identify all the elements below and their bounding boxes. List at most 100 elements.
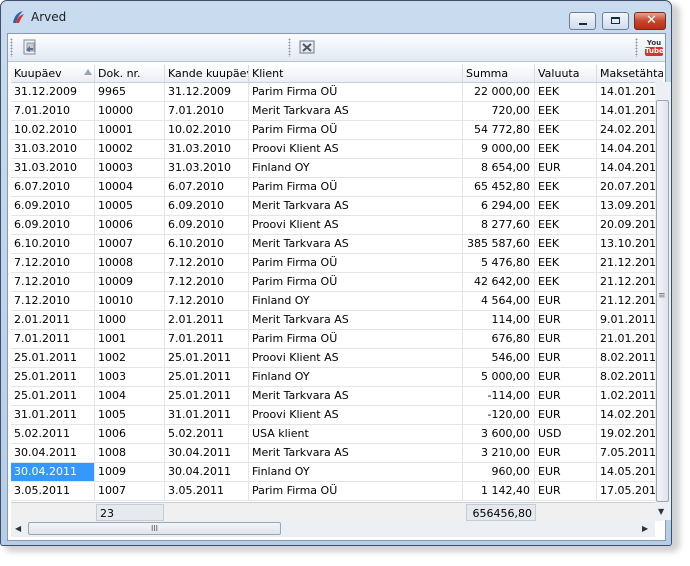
table-cell[interactable]: 2.01.2011 — [165, 311, 249, 329]
table-cell[interactable]: 31.12.2009 — [11, 83, 95, 101]
table-row[interactable]: 25.01.2011 1004 25.01.2011 Merit Tarkvara A… — [11, 387, 663, 406]
table-cell[interactable]: 21.12.2010 — [597, 254, 663, 272]
table-cell[interactable]: 7.01.2010 — [165, 102, 249, 120]
table-cell[interactable]: 10009 — [95, 273, 165, 291]
table-cell[interactable]: 114,00 — [463, 311, 535, 329]
scroll-right-arrow-icon[interactable]: ▶ — [642, 524, 648, 533]
table-cell[interactable]: EUR — [535, 482, 597, 500]
table-cell[interactable]: 25.01.2011 — [165, 387, 249, 405]
table-cell[interactable]: 14.04.2010 — [597, 140, 663, 158]
table-cell[interactable]: Parim Firma OÜ — [249, 482, 463, 500]
table-cell[interactable]: 9.01.2011 — [597, 311, 663, 329]
table-cell[interactable]: EUR — [535, 349, 597, 367]
table-cell[interactable]: 31.01.2011 — [11, 406, 95, 424]
table-row[interactable]: 6.07.2010 10004 6.07.2010 Parim Firma OÜ 65 … — [11, 178, 663, 197]
table-row[interactable]: 30.04.2011 1009 30.04.2011 Finland OY 960,00… — [11, 463, 663, 482]
table-cell[interactable]: 5.02.2011 — [11, 425, 95, 443]
table-cell[interactable]: 6.09.2010 — [11, 216, 95, 234]
table-cell[interactable]: 31.03.2010 — [165, 140, 249, 158]
table-cell[interactable]: 3.05.2011 — [11, 482, 95, 500]
excel-export-icon[interactable] — [298, 38, 316, 56]
scroll-down-arrow-icon[interactable]: ▼ — [658, 507, 664, 516]
table-cell[interactable]: 31.12.2009 — [165, 83, 249, 101]
table-cell[interactable]: 3 600,00 — [463, 425, 535, 443]
table-row[interactable]: 10.02.2010 10001 10.02.2010 Parim Firma OÜ 5… — [11, 121, 663, 140]
column-header[interactable]: Maksetähtaeg — [597, 65, 663, 82]
table-cell[interactable]: 10007 — [95, 235, 165, 253]
table-cell[interactable]: EEK — [535, 254, 597, 272]
column-header[interactable]: Klient — [249, 65, 463, 82]
table-cell[interactable]: 10008 — [95, 254, 165, 272]
table-cell[interactable]: 720,00 — [463, 102, 535, 120]
table-cell[interactable]: 6.09.2010 — [165, 197, 249, 215]
table-cell[interactable]: 1001 — [95, 330, 165, 348]
table-row[interactable]: 7.12.2010 10008 7.12.2010 Parim Firma OÜ 5 4… — [11, 254, 663, 273]
table-cell[interactable]: 14.02.2011 — [597, 406, 663, 424]
column-header[interactable]: Summa — [463, 65, 535, 82]
youtube-icon[interactable]: You Tube — [645, 39, 664, 57]
table-row[interactable]: 7.12.2010 10010 7.12.2010 Finland OY 4 564,0… — [11, 292, 663, 311]
table-cell[interactable]: 1 142,40 — [463, 482, 535, 500]
table-cell[interactable]: 1004 — [95, 387, 165, 405]
table-cell[interactable]: 7.01.2010 — [11, 102, 95, 120]
table-row[interactable]: 31.01.2011 1005 31.01.2011 Proovi Klient AS… — [11, 406, 663, 425]
table-cell[interactable]: EEK — [535, 83, 597, 101]
table-cell[interactable]: 10002 — [95, 140, 165, 158]
table-cell[interactable]: 676,80 — [463, 330, 535, 348]
table-cell[interactable]: 5 476,80 — [463, 254, 535, 272]
table-cell[interactable]: 10010 — [95, 292, 165, 310]
column-header[interactable]: Valuuta — [535, 65, 597, 82]
table-cell[interactable]: 25.01.2011 — [165, 349, 249, 367]
table-cell[interactable]: Proovi Klient AS — [249, 406, 463, 424]
title-bar[interactable]: Arved ✕ — [1, 1, 671, 33]
table-cell[interactable]: 10005 — [95, 197, 165, 215]
column-header[interactable]: Dok. nr. — [95, 65, 165, 82]
table-cell[interactable]: 3 210,00 — [463, 444, 535, 462]
table-cell[interactable]: 5 000,00 — [463, 368, 535, 386]
table-cell[interactable]: 960,00 — [463, 463, 535, 481]
table-cell[interactable]: 21.12.2010 — [597, 273, 663, 291]
table-cell[interactable]: USA klient — [249, 425, 463, 443]
table-cell[interactable]: Merit Tarkvara AS — [249, 444, 463, 462]
table-cell[interactable]: 31.03.2010 — [11, 140, 95, 158]
table-cell[interactable]: 14.01.2010 — [597, 83, 663, 101]
table-cell[interactable]: EEK — [535, 121, 597, 139]
table-row[interactable]: 6.10.2010 10007 6.10.2010 Merit Tarkvara AS… — [11, 235, 663, 254]
table-cell[interactable]: 31.03.2010 — [11, 159, 95, 177]
table-row[interactable]: 2.01.2011 1000 2.01.2011 Merit Tarkvara AS 1… — [11, 311, 663, 330]
table-cell[interactable]: 10000 — [95, 102, 165, 120]
table-cell[interactable]: 9 000,00 — [463, 140, 535, 158]
table-cell[interactable]: EEK — [535, 273, 597, 291]
table-cell[interactable]: EEK — [535, 102, 597, 120]
table-cell[interactable]: 8.02.2011 — [597, 349, 663, 367]
table-cell[interactable]: 1007 — [95, 482, 165, 500]
table-cell[interactable]: 65 452,80 — [463, 178, 535, 196]
table-cell[interactable]: 6.07.2010 — [11, 178, 95, 196]
table-cell[interactable]: 5.02.2011 — [165, 425, 249, 443]
table-cell[interactable]: 25.01.2011 — [165, 368, 249, 386]
table-cell[interactable]: 7.12.2010 — [165, 292, 249, 310]
table-cell[interactable]: 21.01.2011 — [597, 330, 663, 348]
table-cell[interactable]: EUR — [535, 311, 597, 329]
table-cell[interactable]: 2.01.2011 — [11, 311, 95, 329]
table-cell[interactable]: 1000 — [95, 311, 165, 329]
table-cell[interactable]: 1.02.2011 — [597, 387, 663, 405]
table-cell[interactable]: 7.12.2010 — [165, 273, 249, 291]
table-cell[interactable]: Finland OY — [249, 292, 463, 310]
table-cell[interactable]: 17.05.2011 — [597, 482, 663, 500]
table-cell[interactable]: 546,00 — [463, 349, 535, 367]
minimize-button[interactable] — [569, 12, 596, 30]
table-cell[interactable]: Merit Tarkvara AS — [249, 387, 463, 405]
table-cell[interactable]: 30.04.2011 — [165, 463, 249, 481]
table-row[interactable]: 7.12.2010 10009 7.12.2010 Parim Firma OÜ 42 … — [11, 273, 663, 292]
table-cell[interactable]: 30.04.2011 — [11, 463, 95, 481]
table-cell[interactable]: EUR — [535, 444, 597, 462]
table-cell[interactable]: 24.02.2010 — [597, 121, 663, 139]
table-cell[interactable]: 14.05.2011 — [597, 463, 663, 481]
table-cell[interactable]: EUR — [535, 406, 597, 424]
toolbar-grip-2[interactable] — [288, 38, 291, 57]
table-cell[interactable]: 21.12.2010 — [597, 292, 663, 310]
table-cell[interactable]: 30.04.2011 — [11, 444, 95, 462]
table-cell[interactable]: 4 564,00 — [463, 292, 535, 310]
table-cell[interactable]: Merit Tarkvara AS — [249, 197, 463, 215]
